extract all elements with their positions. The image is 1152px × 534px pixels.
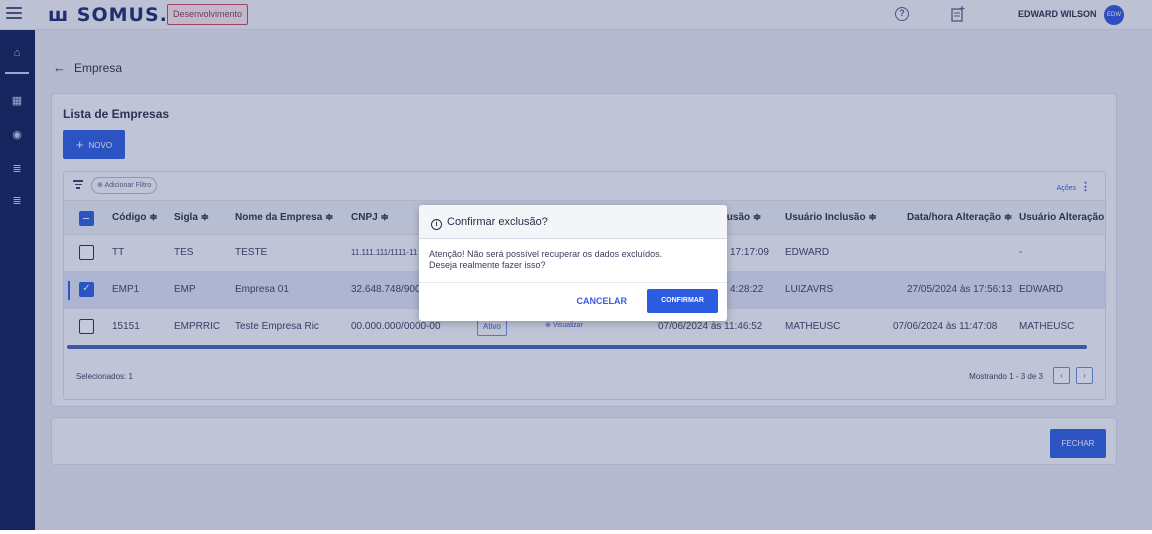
app-root: ꟺ SOMUS. Desenvolvimento ? EDWARD WILSON…	[0, 0, 1152, 530]
confirm-button[interactable]: CONFIRMAR	[647, 289, 718, 313]
cancel-button[interactable]: CANCELAR	[577, 296, 628, 306]
dialog-message-line2: Deseja realmente fazer isso?	[429, 260, 546, 270]
dialog-title: Confirmar exclusão?	[447, 216, 548, 228]
info-icon: i	[431, 219, 442, 230]
dialog-header: i Confirmar exclusão?	[419, 205, 727, 239]
dialog-message-line1: Atenção! Não será possível recuperar os …	[429, 249, 663, 259]
confirm-delete-dialog: i Confirmar exclusão? Atenção! Não será p…	[419, 205, 727, 321]
dialog-body: Atenção! Não será possível recuperar os …	[419, 239, 727, 283]
